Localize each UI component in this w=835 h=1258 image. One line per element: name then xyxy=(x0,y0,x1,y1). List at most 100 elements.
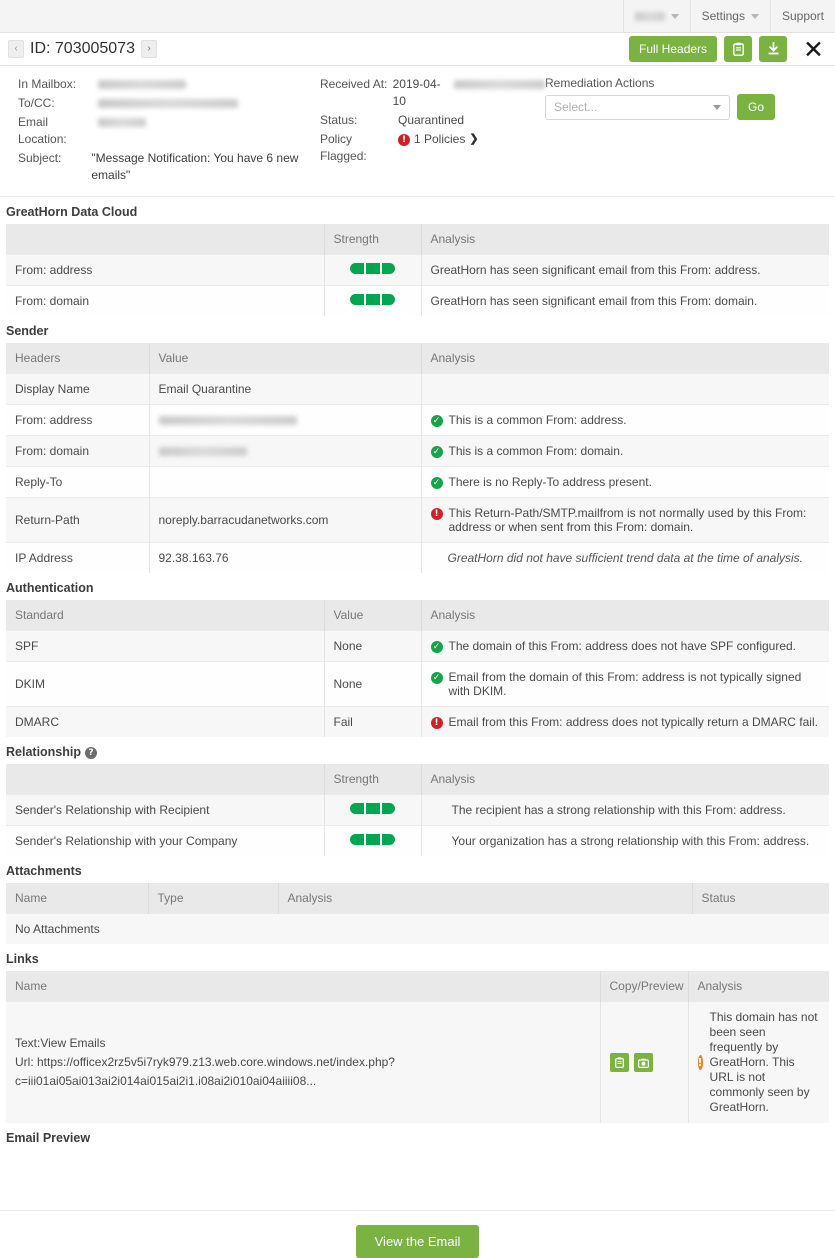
view-email-button[interactable]: View the Email xyxy=(355,1225,480,1258)
summary-row-policy-flagged: Policy Flagged: ! 1 Policies ❯ xyxy=(320,131,545,165)
chevron-down-icon xyxy=(713,104,721,110)
strength-bar xyxy=(350,263,395,274)
summary-row-in-mailbox: In Mailbox: xyxy=(18,76,320,93)
remediation-go-button[interactable]: Go xyxy=(737,94,776,120)
table-row: Text:View Emails Url: https://officex2rz… xyxy=(6,1001,829,1123)
table-row: From: domain GreatHorn has seen signific… xyxy=(6,285,829,316)
preview-link-button[interactable] xyxy=(633,1053,653,1072)
summary-column-mid: Received At: 2019-04-10 Status: Quaranti… xyxy=(320,76,545,186)
user-name-redacted xyxy=(634,11,665,21)
link-analysis-text: This domain has not been seen frequently… xyxy=(709,1010,818,1114)
summary-row-email-location: Email Location: xyxy=(18,114,320,148)
ok-icon: ✓ xyxy=(430,415,443,427)
from-domain-redacted xyxy=(158,447,247,457)
authentication-table: Standard Value Analysis SPF None ✓ The d… xyxy=(6,600,829,737)
summary-row-tocc: To/CC: xyxy=(18,95,320,112)
row-analysis: ✓ This is a common From: address. xyxy=(421,404,829,436)
nav-support-label: Support xyxy=(781,9,824,23)
row-standard: DKIM xyxy=(6,661,325,707)
table-header-row: Strength Analysis xyxy=(6,224,829,255)
attachments-table: Name Type Analysis Status No Attachments xyxy=(6,883,829,944)
remediation-controls: Select... Go xyxy=(545,94,776,120)
relationship-table: Strength Analysis Sender's Relationship … xyxy=(6,764,829,856)
received-at-time-redacted xyxy=(453,80,545,89)
col-analysis: Analysis xyxy=(278,883,693,914)
remediation-actions-panel: Remediation Actions Select... Go xyxy=(545,76,776,186)
received-at-value: 2019-04-10 xyxy=(392,77,441,108)
section-title-data-cloud: GreatHorn Data Cloud xyxy=(6,205,138,219)
nav-settings[interactable]: Settings xyxy=(689,0,770,32)
strength-bar xyxy=(350,834,395,845)
col-status: Status xyxy=(692,883,829,914)
row-analysis: ! Email from this From: address does not… xyxy=(421,706,829,737)
col-analysis: Analysis xyxy=(421,600,829,631)
section-title-links: Links xyxy=(6,952,39,966)
help-circle-icon[interactable]: ? xyxy=(85,747,98,759)
subject-label: Subject: xyxy=(18,151,62,165)
table-row: No Attachments xyxy=(6,913,829,944)
policy-flagged-value[interactable]: 1 Policies xyxy=(414,131,465,165)
row-standard: SPF xyxy=(6,630,325,662)
sender-table: Headers Value Analysis Display Name Emai… xyxy=(6,343,829,573)
page-title: ID: 703005073 xyxy=(30,40,135,57)
table-row: IP Address 92.38.163.76 GreatHorn did no… xyxy=(6,542,829,573)
table-header-row: Headers Value Analysis xyxy=(6,343,829,374)
subject-value: "Message Notification: You have 6 new em… xyxy=(91,151,299,182)
footer-actions: View the Email xyxy=(0,1210,835,1258)
table-header-row: Strength Analysis xyxy=(6,764,829,795)
row-strength xyxy=(324,825,422,856)
col-analysis: Analysis xyxy=(421,764,829,795)
links-table: Name Copy/Preview Analysis Text:View Ema… xyxy=(6,971,829,1123)
row-analysis: GreatHorn did not have sufficient trend … xyxy=(421,542,829,573)
table-row: Display Name Email Quarantine xyxy=(6,373,829,405)
remediation-actions-title: Remediation Actions xyxy=(545,76,655,90)
table-row: From: domain ✓ This is a common From: do… xyxy=(6,435,829,467)
clipboard-icon xyxy=(614,1057,624,1068)
copy-button[interactable] xyxy=(724,36,753,62)
received-at-label: Received At: xyxy=(320,77,388,91)
row-value xyxy=(149,435,422,467)
col-analysis: Analysis xyxy=(421,343,829,374)
row-header: Return-Path xyxy=(6,497,150,543)
col-headers: Headers xyxy=(6,343,150,374)
link-analysis-cell: ! This domain has not been seen frequent… xyxy=(688,1001,829,1123)
download-button[interactable] xyxy=(759,36,788,62)
row-header: From: address xyxy=(6,404,150,436)
row-analysis-text: This is a common From: address. xyxy=(448,413,627,427)
table-row: Reply-To ✓ There is no Reply-To address … xyxy=(6,466,829,498)
policy-flagged-label: Policy Flagged: xyxy=(320,132,367,163)
row-strength xyxy=(324,254,422,286)
row-analysis: GreatHorn has seen significant email fro… xyxy=(421,285,829,316)
chevron-right-icon[interactable]: ❯ xyxy=(469,131,478,165)
next-record-button[interactable]: › xyxy=(140,40,157,58)
link-text-line: Text:View Emails xyxy=(15,1036,106,1050)
row-value: 92.38.163.76 xyxy=(149,542,422,573)
nav-user-menu[interactable] xyxy=(622,0,690,32)
summary-row-status: Status: Quarantined xyxy=(320,112,545,129)
alert-icon: ! xyxy=(430,717,443,729)
row-strength xyxy=(324,285,422,316)
remediation-action-select[interactable]: Select... xyxy=(545,94,730,120)
prev-record-button[interactable]: ‹ xyxy=(8,40,24,58)
row-header: From: domain xyxy=(6,435,150,467)
close-icon[interactable]: ✕ xyxy=(803,37,824,62)
chevron-down-icon xyxy=(750,13,759,19)
strength-bar xyxy=(350,294,395,305)
ok-icon: ✓ xyxy=(430,477,443,489)
col-type: Type xyxy=(148,883,279,914)
ok-icon: ✓ xyxy=(430,672,443,684)
table-row: From: address ✓ This is a common From: a… xyxy=(6,404,829,436)
col-strength: Strength xyxy=(324,224,422,255)
email-location-label: Email Location: xyxy=(18,115,67,146)
ok-icon: ✓ xyxy=(430,446,443,458)
email-location-value-redacted xyxy=(98,118,146,127)
row-analysis: ! This Return-Path/SMTP.mailfrom is not … xyxy=(421,497,829,543)
col-blank xyxy=(6,764,325,795)
row-name: From: address xyxy=(6,254,325,286)
full-headers-button[interactable]: Full Headers xyxy=(629,36,718,62)
row-analysis: ✓ There is no Reply-To address present. xyxy=(421,466,829,498)
status-label: Status: xyxy=(320,113,358,127)
section-title-authentication: Authentication xyxy=(6,581,94,595)
nav-support[interactable]: Support xyxy=(769,0,835,32)
copy-link-button[interactable] xyxy=(609,1053,629,1072)
